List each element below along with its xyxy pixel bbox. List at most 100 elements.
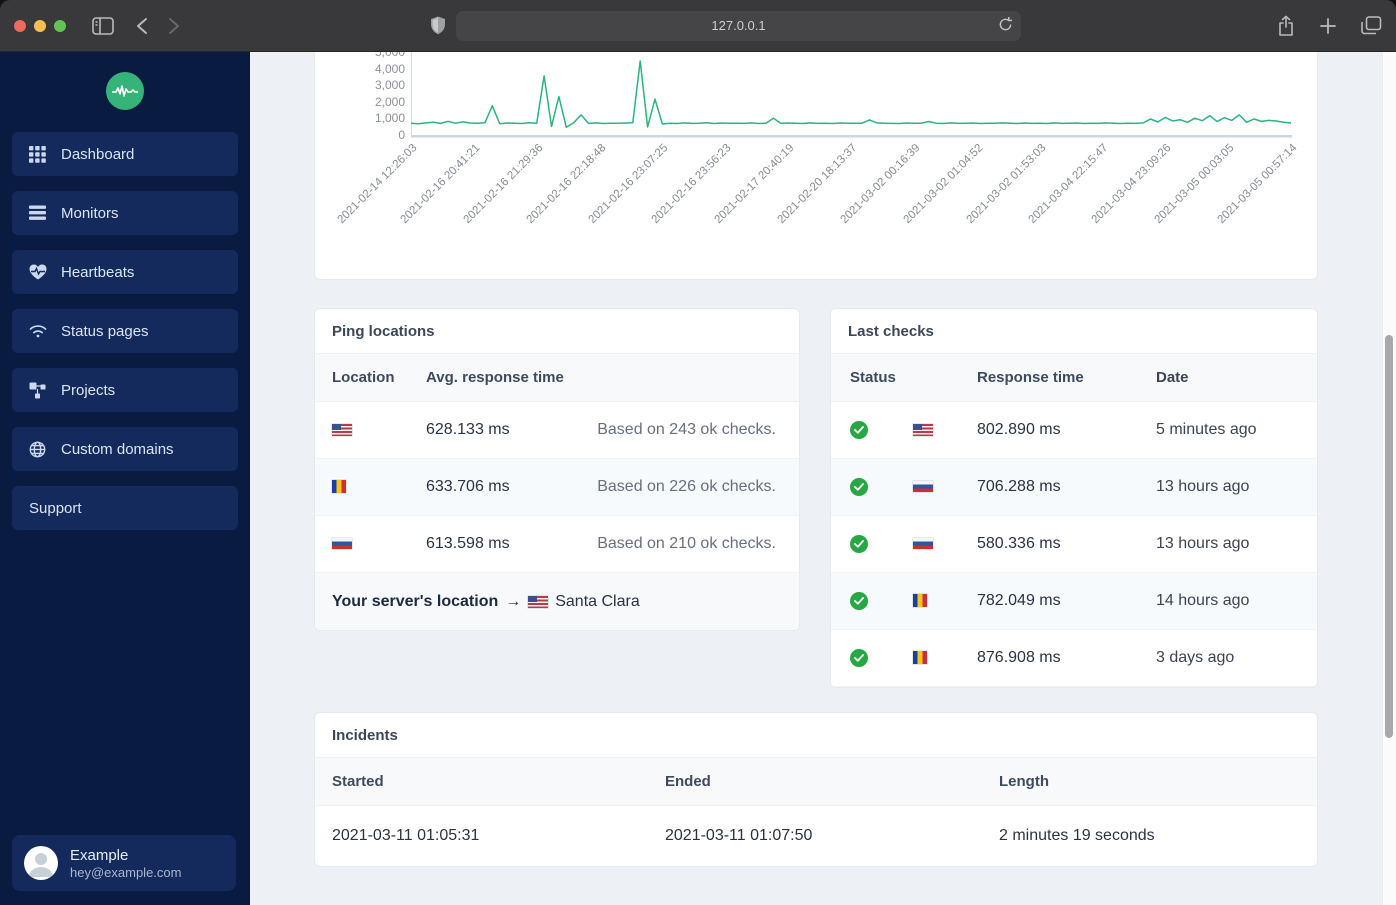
table-header: Location Avg. response time (315, 354, 799, 402)
back-icon[interactable] (136, 17, 148, 35)
url-text: 127.0.0.1 (711, 18, 766, 33)
card-title: Incidents (315, 713, 1317, 758)
ru-flag-icon (913, 481, 933, 493)
pulse-icon (112, 85, 138, 97)
ro-flag-icon (332, 480, 346, 494)
table-row: 706.288 ms 13 hours ago (831, 459, 1317, 516)
main-content: 0 1,000 2,000 3,000 4,000 5,000 2021-02-14 12… (250, 52, 1396, 905)
x-axis-tick-label: 2021-02-20 18:13:37 (775, 142, 860, 227)
y-axis-tick-label: 4,000 (374, 61, 405, 76)
ping-locations-card: Ping locations Location Avg. response ti… (314, 308, 800, 631)
server-city: Santa Clara (555, 592, 640, 610)
status-ok-icon (850, 592, 868, 610)
server-list-icon (29, 204, 47, 222)
table-header: Started Ended Length (315, 758, 1317, 806)
sidebar-item-label: Status pages (61, 322, 149, 340)
x-axis-tick-label: 2021-02-16 22:18:48 (524, 142, 609, 227)
sidebar-toggle-icon[interactable] (92, 16, 114, 35)
checks-note: Based on 226 ok checks. (597, 478, 776, 495)
table-row: 782.049 ms 14 hours ago (831, 573, 1317, 630)
wifi-icon (29, 322, 47, 340)
sidebar-item-projects[interactable]: Projects (12, 368, 238, 412)
us-flag-icon (528, 595, 549, 608)
user-card[interactable]: Example hey@example.com (12, 835, 236, 891)
close-window-button[interactable] (14, 19, 26, 32)
column-header: Response time (977, 369, 1084, 386)
arrow-right-icon: → (505, 592, 522, 610)
x-axis-tick-label: 2021-03-04 23:09:26 (1089, 142, 1174, 227)
browser-chrome: 127.0.0.1 (0, 0, 1396, 52)
sidebar-item-label: Heartbeats (61, 263, 135, 281)
share-icon[interactable] (1277, 15, 1295, 37)
card-title: Last checks (831, 309, 1317, 354)
check-date: 13 hours ago (1156, 478, 1250, 495)
sidebar-item-monitors[interactable]: Monitors (12, 191, 238, 235)
response-time: 802.890 ms (977, 421, 1061, 438)
incidents-card: Incidents Started Ended Length 2021-03-1… (314, 712, 1318, 867)
person-icon (29, 853, 53, 877)
table-row: 802.890 ms 5 minutes ago (831, 402, 1317, 459)
response-time: 580.336 ms (977, 535, 1061, 552)
reload-icon[interactable] (998, 16, 1013, 33)
forward-icon[interactable] (168, 17, 180, 35)
sidebar-item-custom-domains[interactable]: Custom domains (12, 427, 238, 471)
avatar (24, 846, 58, 880)
table-row: 633.706 ms Based on 226 ok checks. (315, 459, 799, 516)
address-bar[interactable]: 127.0.0.1 (456, 10, 1021, 41)
response-time: 706.288 ms (977, 478, 1061, 495)
checks-note: Based on 243 ok checks. (597, 421, 776, 438)
scrollbar-track[interactable] (1382, 52, 1396, 905)
response-time-line-chart (411, 60, 1291, 129)
column-header: Started (332, 773, 384, 790)
checks-note: Based on 210 ok checks. (597, 535, 776, 552)
table-row: 2021-03-11 01:05:31 2021-03-11 01:07:50 … (315, 806, 1317, 866)
column-header: Location (332, 369, 395, 386)
status-ok-icon (850, 649, 868, 667)
us-flag-icon (332, 423, 352, 436)
x-axis-tick-label: 2021-03-02 00:16:39 (838, 142, 923, 227)
ru-flag-icon (913, 538, 933, 550)
avg-response-time: 628.133 ms (426, 421, 510, 438)
column-header: Status (850, 369, 896, 386)
table-row: 876.908 ms 3 days ago (831, 630, 1317, 687)
x-axis-tick-label: 2021-02-17 20:40:19 (712, 142, 797, 227)
server-location-label: Your server's location (332, 592, 499, 610)
tabs-overview-icon[interactable] (1361, 16, 1382, 35)
incident-ended: 2021-03-11 01:07:50 (665, 827, 813, 844)
traffic-lights (14, 19, 66, 32)
column-header: Length (999, 773, 1049, 790)
browser-window: 127.0.0.1 Dashboard Monitors Heartbeats … (0, 0, 1396, 905)
y-axis-tick-label: 5,000 (374, 52, 405, 59)
avg-response-time: 633.706 ms (426, 478, 510, 495)
sidebar-item-status-pages[interactable]: Status pages (12, 309, 238, 353)
x-axis-tick-label: 2021-03-05 00:03:05 (1152, 142, 1237, 227)
sidebar-item-heartbeats[interactable]: Heartbeats (12, 250, 238, 294)
incident-started: 2021-03-11 01:05:31 (332, 827, 480, 844)
incident-length: 2 minutes 19 seconds (999, 827, 1155, 844)
check-date: 14 hours ago (1156, 592, 1250, 609)
ro-flag-icon (913, 651, 927, 665)
column-header: Date (1156, 369, 1189, 386)
table-row: 613.598 ms Based on 210 ok checks. (315, 516, 799, 573)
scrollbar-thumb[interactable] (1385, 335, 1393, 738)
grid-icon (29, 145, 47, 163)
sidebar-item-dashboard[interactable]: Dashboard (12, 132, 238, 176)
zoom-window-button[interactable] (54, 19, 66, 32)
response-time-chart-card: 0 1,000 2,000 3,000 4,000 5,000 2021-02-14 12… (314, 52, 1318, 280)
app-logo[interactable] (106, 72, 144, 110)
sidebar: Dashboard Monitors Heartbeats Status pag… (0, 52, 250, 905)
sidebar-item-label: Custom domains (61, 440, 174, 458)
sidebar-item-support[interactable]: Support (12, 486, 238, 530)
status-ok-icon (850, 535, 868, 553)
minimize-window-button[interactable] (34, 19, 46, 32)
x-axis-tick-label: 2021-02-16 21:29:36 (461, 142, 546, 227)
ro-flag-icon (913, 594, 927, 608)
y-axis-tick-label: 2,000 (374, 94, 405, 109)
ru-flag-icon (332, 538, 352, 550)
sidebar-nav: Dashboard Monitors Heartbeats Status pag… (0, 132, 250, 530)
status-ok-icon (850, 421, 868, 439)
x-axis-tick-label: 2021-03-05 00:57:14 (1215, 142, 1300, 227)
card-title: Ping locations (315, 309, 799, 354)
privacy-shield-icon[interactable] (430, 16, 446, 35)
new-tab-icon[interactable] (1319, 17, 1337, 35)
